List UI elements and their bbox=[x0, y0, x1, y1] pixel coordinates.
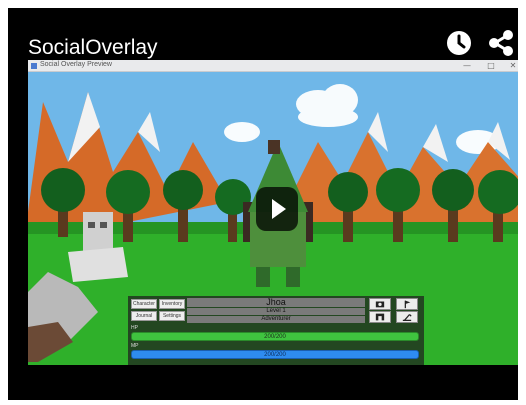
hp-label: HP bbox=[131, 325, 138, 331]
video-frame[interactable]: Social Overlay Preview — □ ✕ Character I… bbox=[28, 60, 518, 365]
character-button[interactable]: Character bbox=[131, 299, 157, 309]
minimize-button[interactable]: — bbox=[460, 60, 474, 71]
app-window-title: Social Overlay Preview bbox=[40, 61, 112, 68]
close-button[interactable]: ✕ bbox=[506, 60, 518, 71]
app-window-icon bbox=[31, 63, 37, 69]
hp-bar: 200/200 bbox=[131, 332, 419, 341]
mp-bar: 200/200 bbox=[131, 350, 419, 359]
tool-icon[interactable] bbox=[396, 311, 418, 323]
settings-button[interactable]: Settings bbox=[159, 311, 185, 321]
player-name: Jhoa bbox=[187, 298, 365, 307]
map-icon[interactable] bbox=[369, 311, 391, 323]
camera-icon[interactable] bbox=[369, 298, 391, 310]
maximize-button[interactable]: □ bbox=[484, 60, 498, 71]
video-player[interactable]: SocialOverlay Social Overlay Preview — □… bbox=[8, 8, 518, 400]
player-level: Level 1 bbox=[187, 308, 365, 315]
video-title[interactable]: SocialOverlay bbox=[28, 36, 158, 60]
game-hud: Character Inventory Journal Settings Jho… bbox=[128, 296, 424, 365]
mp-label: MP bbox=[131, 343, 139, 349]
app-window-titlebar: Social Overlay Preview — □ ✕ bbox=[28, 60, 518, 72]
player-class: Adventurer bbox=[187, 316, 365, 323]
play-button[interactable] bbox=[256, 187, 298, 231]
inventory-button[interactable]: Inventory bbox=[159, 299, 185, 309]
clock-icon[interactable] bbox=[444, 28, 474, 58]
journal-button[interactable]: Journal bbox=[131, 311, 157, 321]
share-icon[interactable] bbox=[486, 28, 516, 58]
flag-icon[interactable] bbox=[396, 298, 418, 310]
